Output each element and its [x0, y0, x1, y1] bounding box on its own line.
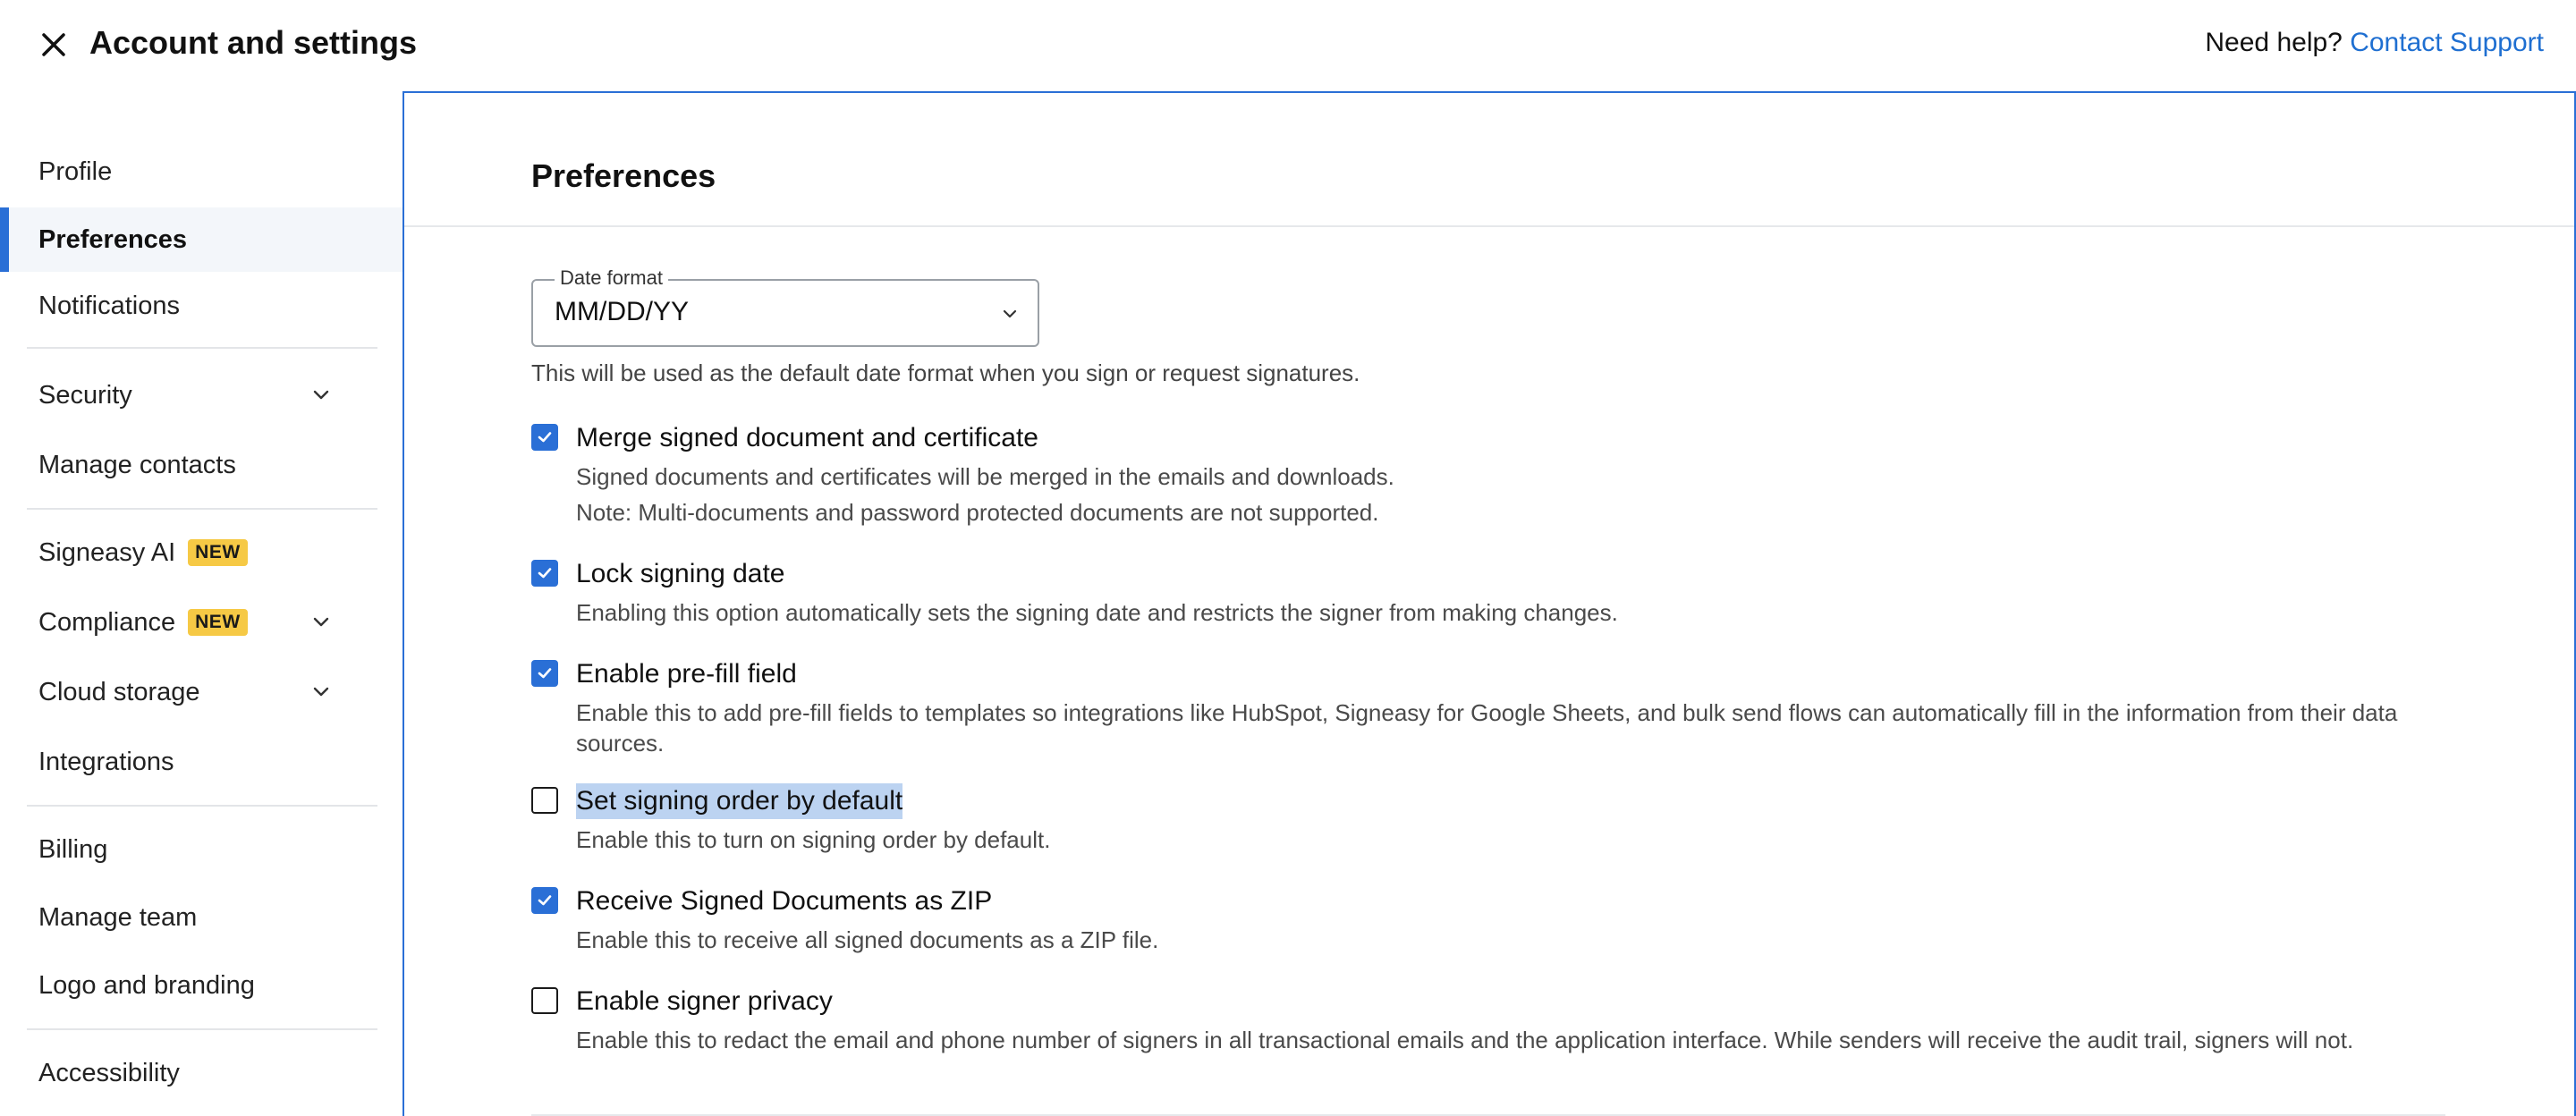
- option-label: Lock signing date: [576, 559, 785, 588]
- sidebar-item-notifications[interactable]: Notifications: [0, 275, 402, 336]
- top-bar: Account and settings Need help? Contact …: [0, 0, 2576, 91]
- check-icon: [538, 568, 552, 579]
- sidebar-divider: [27, 508, 377, 510]
- option-label: Enable signer privacy: [576, 986, 833, 1016]
- sidebar-item-cloud-storage[interactable]: Cloud storage: [0, 662, 402, 723]
- checkbox[interactable]: [531, 560, 558, 587]
- sidebar-item-label: Manage contacts: [38, 450, 236, 479]
- option-description: Enable this to turn on signing order by …: [576, 826, 1051, 853]
- date-format-select[interactable]: Date format MM/DD/YY: [531, 266, 1039, 347]
- sidebar-item-label: Profile: [38, 156, 113, 186]
- chevron-down-icon: [313, 390, 329, 400]
- sidebar-divider: [27, 1028, 377, 1030]
- option-desc-line: Note: Multi-documents and password prote…: [576, 499, 1379, 526]
- checkbox[interactable]: [531, 887, 558, 914]
- checkbox[interactable]: [531, 987, 558, 1014]
- option-description: Enabling this option automatically sets …: [576, 599, 1618, 626]
- option-signing-order: Set signing order by default Enable this…: [531, 783, 2481, 855]
- sidebar-item-billing[interactable]: Billing: [0, 819, 402, 880]
- sidebar-divider: [27, 805, 377, 807]
- chevron-down-icon: [313, 687, 329, 697]
- sidebar-item-label: Notifications: [38, 291, 180, 320]
- option-description: Signed documents and certificates will b…: [576, 461, 2490, 528]
- sidebar-item-label: Integrations: [38, 747, 174, 776]
- sidebar-item-accessibility[interactable]: Accessibility: [0, 1043, 402, 1103]
- option-lock-signing-date: Lock signing date Enabling this option a…: [531, 556, 2481, 628]
- check-icon: [538, 432, 552, 443]
- option-description: Enable this to redact the email and phon…: [576, 1027, 2354, 1053]
- check-icon: [538, 668, 552, 679]
- sidebar-item-profile[interactable]: Profile: [0, 141, 402, 202]
- section-title: Preferences: [531, 157, 716, 194]
- contact-support-link[interactable]: Contact Support: [2350, 28, 2544, 57]
- option-description: Enable this to receive all signed docume…: [576, 926, 1159, 953]
- date-format-label: Date format: [555, 266, 668, 290]
- option-merge-certificate: Merge signed document and certificate Si…: [531, 420, 2481, 528]
- check-icon: [538, 895, 552, 906]
- sidebar-item-label: Signeasy AI: [38, 537, 176, 567]
- help-prefix: Need help?: [2205, 28, 2343, 57]
- date-format-help: This will be used as the default date fo…: [531, 359, 1360, 386]
- sidebar-item-manage-contacts[interactable]: Manage contacts: [0, 435, 402, 495]
- sidebar-item-label: Billing: [38, 834, 108, 864]
- checkbox[interactable]: [531, 424, 558, 451]
- option-label: Enable pre-fill field: [576, 659, 797, 689]
- sidebar-item-signeasy-ai[interactable]: Signeasy AI NEW: [0, 522, 402, 583]
- option-enable-prefill: Enable pre-fill field Enable this to add…: [531, 656, 2481, 764]
- option-description: Enable this to add pre-fill fields to te…: [576, 699, 2398, 757]
- sidebar-divider: [27, 347, 377, 349]
- option-label: Merge signed document and certificate: [576, 423, 1038, 452]
- preferences-panel: Preferences Date format MM/DD/YY This wi…: [402, 91, 2576, 1116]
- sidebar-item-manage-team[interactable]: Manage team: [0, 887, 402, 948]
- sidebar-item-label: Preferences: [38, 224, 188, 254]
- sidebar-item-integrations[interactable]: Integrations: [0, 731, 402, 792]
- sidebar-item-logo-branding[interactable]: Logo and branding: [0, 955, 402, 1016]
- new-badge: NEW: [188, 609, 248, 636]
- sidebar-item-label: Logo and branding: [38, 970, 255, 1000]
- close-button[interactable]: [34, 25, 73, 64]
- option-signer-privacy: Enable signer privacy Enable this to red…: [531, 984, 2481, 1055]
- checkbox[interactable]: [531, 660, 558, 687]
- sidebar-item-label: Accessibility: [38, 1058, 180, 1087]
- sidebar-item-label: Compliance: [38, 607, 176, 637]
- sidebar-item-label: Security: [38, 380, 132, 410]
- sidebar-item-preferences[interactable]: Preferences: [0, 207, 402, 272]
- chevron-down-icon: [313, 617, 329, 627]
- sidebar-item-label: Manage team: [38, 902, 198, 932]
- close-icon: [42, 33, 65, 56]
- sidebar: Profile Preferences Notifications Securi…: [0, 91, 402, 1116]
- new-badge: NEW: [188, 539, 248, 566]
- page-title: Account and settings: [89, 24, 418, 61]
- title-divider: [404, 225, 2574, 227]
- chevron-down-icon: [1003, 309, 1017, 318]
- sidebar-item-label: Cloud storage: [38, 677, 200, 706]
- sidebar-item-compliance[interactable]: Compliance NEW: [0, 592, 402, 653]
- option-label: Receive Signed Documents as ZIP: [576, 886, 993, 916]
- option-label: Set signing order by default: [576, 783, 903, 819]
- sidebar-item-security[interactable]: Security: [0, 365, 402, 426]
- help-text: Need help? Contact Support: [2205, 25, 2544, 61]
- date-format-value: MM/DD/YY: [555, 297, 689, 326]
- option-receive-zip: Receive Signed Documents as ZIP Enable t…: [531, 884, 2481, 955]
- option-desc-line: Signed documents and certificates will b…: [576, 463, 1394, 490]
- checkbox[interactable]: [531, 787, 558, 814]
